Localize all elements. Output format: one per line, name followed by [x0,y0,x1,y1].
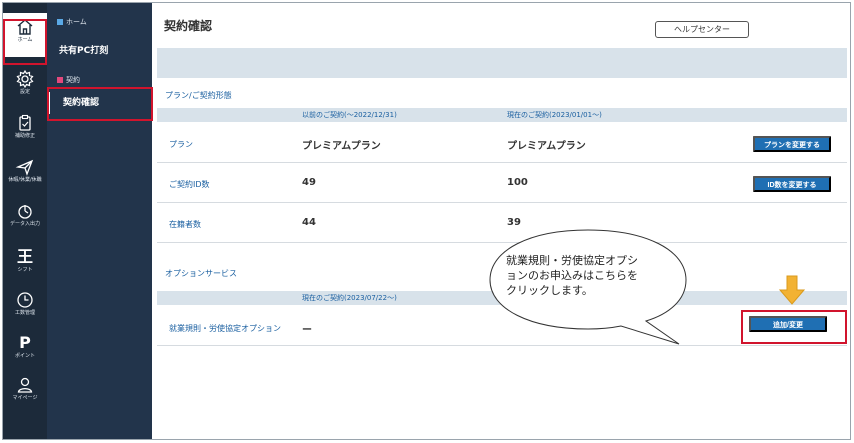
subnav-section-label: ホーム [66,18,87,26]
send-icon [15,159,34,176]
arrow-down-icon [779,275,805,305]
row-curr-value: 100 [507,177,528,188]
table-row: プラン プレミアムプラン プレミアムプラン プランを変更する [157,124,847,163]
rail-item-shift[interactable]: 王 シフト [3,243,47,287]
rail-label-data-io: データ入出力 [9,221,40,227]
header-band [157,48,847,78]
power-icon [18,205,32,219]
rail-label-shift: シフト [17,267,33,273]
gear-icon [16,69,34,89]
change-id-count-button[interactable]: ID数を変更する [753,176,831,192]
plan-section-title: プラン/ご契約形態 [165,91,232,100]
rail-label-points: ポイント [14,353,35,359]
rail-item-leave[interactable]: 休暇/休業/休職 [3,153,47,197]
highlight-home [3,19,47,65]
rail-item-settings[interactable]: 設定 [3,65,47,109]
callout-line: クリックします。 [506,284,593,297]
rail-item-workhours[interactable]: 工数管理 [3,286,47,330]
row-label: 就業規則・労使協定オプション [169,324,281,333]
subnav-section-home: ホーム [57,17,87,27]
rail-label-workhours: 工数管理 [14,310,35,316]
row-prev-value: 49 [302,177,316,188]
user-icon [17,377,33,393]
point-icon: P [19,333,31,352]
row-prev-value: プレミアムプラン [302,141,381,152]
col-option-current: 現在のご契約(2023/07/22～) [302,294,397,302]
rail-item-data-io[interactable]: データ入出力 [3,197,47,241]
subnav-section-label: 契約 [66,76,80,84]
row-prev-value: 44 [302,217,316,228]
callout-line: 就業規則・労使協定オプシ [506,254,638,267]
row-curr-value: プレミアムプラン [507,141,586,152]
app-window: ホーム 設定 補助修正 休暇/休業/休職 データ入出力 王 シフト 工数管理 P [2,2,851,440]
highlight-contract-confirm [47,87,153,121]
row-label: 在籍者数 [169,220,201,229]
subnav-item-shared-pc[interactable]: 共有PC打刻 [59,43,108,56]
rail-label-correction: 補助修正 [14,133,35,139]
subnav-section-contract: 契約 [57,75,80,85]
icon-rail: ホーム 設定 補助修正 休暇/休業/休職 データ入出力 王 シフト 工数管理 P [3,3,47,439]
callout-text: 就業規則・労使協定オプシ ョンのお申込みはこちらを クリックします。 [506,253,686,298]
table-row: ご契約ID数 49 100 ID数を変更する [157,164,847,203]
row-label: プラン [169,140,193,149]
rail-label-mypage: マイページ [12,395,38,401]
col-current-contract: 現在のご契約(2023/01/01～) [507,111,602,119]
rail-label-leave: 休暇/休業/休職 [8,177,42,183]
square-icon [57,19,63,25]
row-label: ご契約ID数 [169,180,210,189]
sub-navigation: ホーム 共有PC打刻 契約 契約確認 [47,3,152,439]
clock-icon [17,292,33,308]
help-center-button[interactable]: ヘルプセンター [655,21,749,38]
row-curr-value: 39 [507,217,521,228]
page-title: 契約確認 [164,19,213,33]
rail-item-mypage[interactable]: マイページ [3,371,47,415]
callout-line: ョンのお申込みはこちらを [506,269,638,282]
shift-icon: 王 [16,247,33,266]
main-content: 契約確認 ヘルプセンター プラン/ご契約形態 以前のご契約(～2022/12/3… [152,3,850,439]
square-icon [57,77,63,83]
rail-item-points[interactable]: P ポイント [3,329,47,373]
option-value: ー [302,325,312,336]
rail-item-correction[interactable]: 補助修正 [3,109,47,153]
highlight-add-change-button [741,310,847,344]
change-plan-button[interactable]: プランを変更する [753,136,831,152]
rail-label-settings: 設定 [19,89,30,95]
plan-table-header: 以前のご契約(～2022/12/31) 現在のご契約(2023/01/01～) [157,108,847,122]
option-section-title: オプションサービス [165,269,237,278]
col-prev-contract: 以前のご契約(～2022/12/31) [302,111,397,119]
clipboard-icon [19,114,31,131]
